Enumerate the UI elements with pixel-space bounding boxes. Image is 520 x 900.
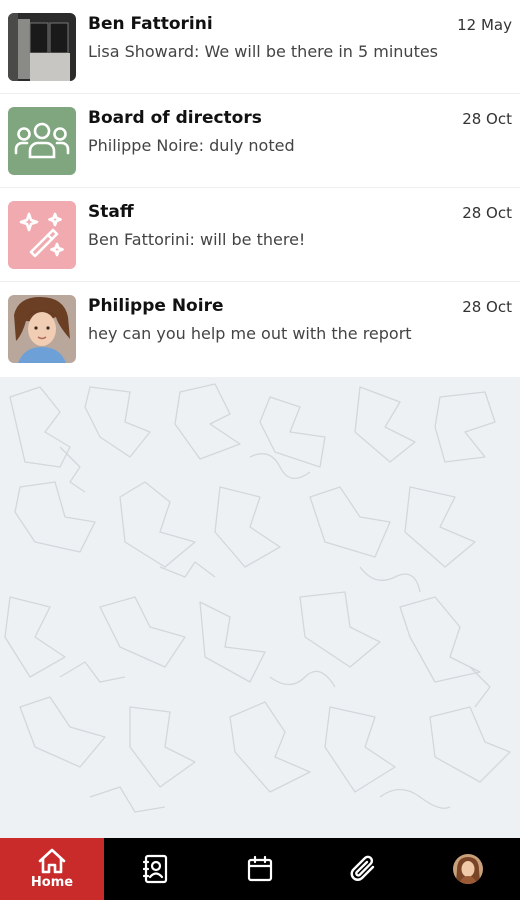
nav-home-label: Home <box>30 875 74 890</box>
chat-preview: Ben Fattorini: will be there! <box>88 230 306 249</box>
chat-preview: hey can you help me out with the report <box>88 324 412 343</box>
nav-home[interactable]: Home <box>0 838 104 900</box>
chat-name: Philippe Noire <box>88 296 224 316</box>
chat-avatar <box>8 13 76 81</box>
chat-item-board-of-directors[interactable]: Board of directors 28 Oct Philippe Noire… <box>0 94 520 188</box>
home-icon <box>38 848 66 874</box>
nav-profile[interactable] <box>416 838 520 900</box>
chat-name: Ben Fattorini <box>88 14 213 34</box>
chat-date: 12 May <box>457 16 512 34</box>
magic-wand-icon <box>19 212 64 258</box>
chat-name: Staff <box>88 202 134 222</box>
chat-list: Ben Fattorini 12 May Lisa Showard: We wi… <box>0 0 520 377</box>
nav-calendar[interactable] <box>208 838 312 900</box>
contacts-icon <box>143 854 168 884</box>
bottom-nav: Home <box>0 838 520 900</box>
chat-item-philippe-noire[interactable]: Philippe Noire 28 Oct hey can you help m… <box>0 282 520 377</box>
group-icon <box>14 122 70 159</box>
nav-contacts[interactable] <box>104 838 208 900</box>
chat-item-ben-fattorini[interactable]: Ben Fattorini 12 May Lisa Showard: We wi… <box>0 0 520 94</box>
profile-avatar <box>453 854 483 884</box>
background-pattern <box>0 377 520 837</box>
chat-avatar <box>8 107 76 175</box>
chat-preview: Philippe Noire: duly noted <box>88 136 295 155</box>
paperclip-icon <box>350 855 375 881</box>
chat-item-staff[interactable]: Staff 28 Oct Ben Fattorini: will be ther… <box>0 188 520 282</box>
chat-name: Board of directors <box>88 108 262 128</box>
chat-avatar <box>8 295 76 363</box>
chat-date: 28 Oct <box>462 298 512 316</box>
chat-avatar <box>8 201 76 269</box>
chat-date: 28 Oct <box>462 204 512 222</box>
chat-preview: Lisa Showard: We will be there in 5 minu… <box>88 42 439 61</box>
nav-attachments[interactable] <box>312 838 416 900</box>
chat-date: 28 Oct <box>462 110 512 128</box>
calendar-icon <box>247 855 273 882</box>
